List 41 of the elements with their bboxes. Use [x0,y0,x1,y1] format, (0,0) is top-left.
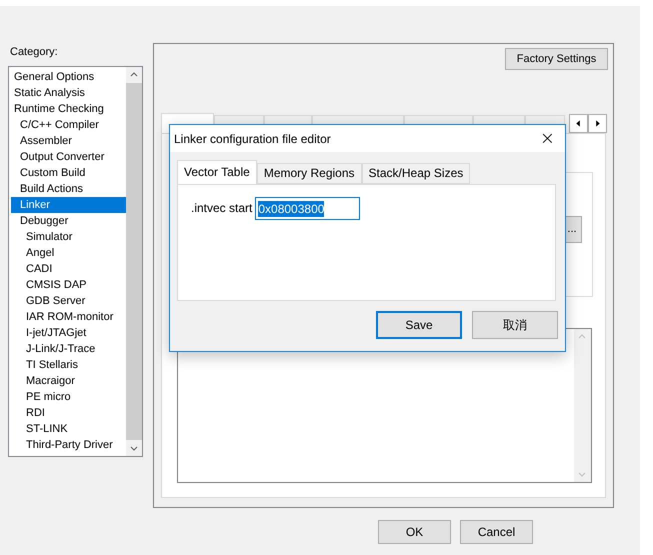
category-item[interactable]: IAR ROM-monitor [11,309,126,325]
category-item[interactable]: Angel [11,245,126,261]
dialog-action-button[interactable]: 取消 [472,311,558,339]
category-item[interactable]: Runtime Checking [11,101,126,117]
category-item[interactable]: Third-Party Driver [11,437,126,453]
category-item[interactable]: J-Link/J-Trace [11,341,126,357]
scrollbar[interactable] [126,67,142,456]
category-item[interactable]: Simulator [11,229,126,245]
dialog-tab[interactable]: Stack/Heap Sizes [362,163,470,184]
category-item[interactable]: Custom Build [11,165,126,181]
category-list[interactable] [8,66,143,457]
category-item[interactable]: Macraigor [11,373,126,389]
dialog-tab[interactable]: Memory Regions [256,163,362,184]
category-item[interactable]: Linker [11,197,126,213]
dialog-tab[interactable]: Vector Table [177,160,257,184]
category-item[interactable]: GDB Server [11,293,126,309]
category-item[interactable]: Debugger [11,213,126,229]
field-label: .intvec start [191,200,252,217]
category-item[interactable]: General Options [11,69,126,85]
dialog-button[interactable]: OK [378,520,451,544]
category-item[interactable]: CMSIS DAP [11,277,126,293]
category-item[interactable]: CADI [11,261,126,277]
category-item[interactable]: Build Actions [11,181,126,197]
intvec-start-field[interactable]: 0x08003800 [255,197,360,220]
tab-scroll-left-icon[interactable] [569,114,588,133]
category-label: Category: [10,45,59,60]
category-item[interactable]: TI Stellaris [11,357,126,373]
category-item[interactable]: RDI [11,405,126,421]
category-item[interactable]: Assembler [11,133,126,149]
dialog-title: Linker configuration file editor [174,130,331,148]
category-item[interactable]: Static Analysis [11,85,126,101]
category-item[interactable]: I-jet/JTAGjet [11,325,126,341]
category-item[interactable]: PE micro [11,389,126,405]
tab-scroll-right-icon[interactable] [588,114,607,133]
category-item[interactable]: Output Converter [11,149,126,165]
factory-settings-button[interactable]: Factory Settings [505,48,608,70]
close-button[interactable]: × [540,130,555,148]
dialog-button[interactable]: Cancel [460,520,533,544]
category-item[interactable]: ST-LINK [11,421,126,437]
category-item[interactable]: C/C++ Compiler [11,117,126,133]
dialog-action-button[interactable]: Save [376,311,462,339]
